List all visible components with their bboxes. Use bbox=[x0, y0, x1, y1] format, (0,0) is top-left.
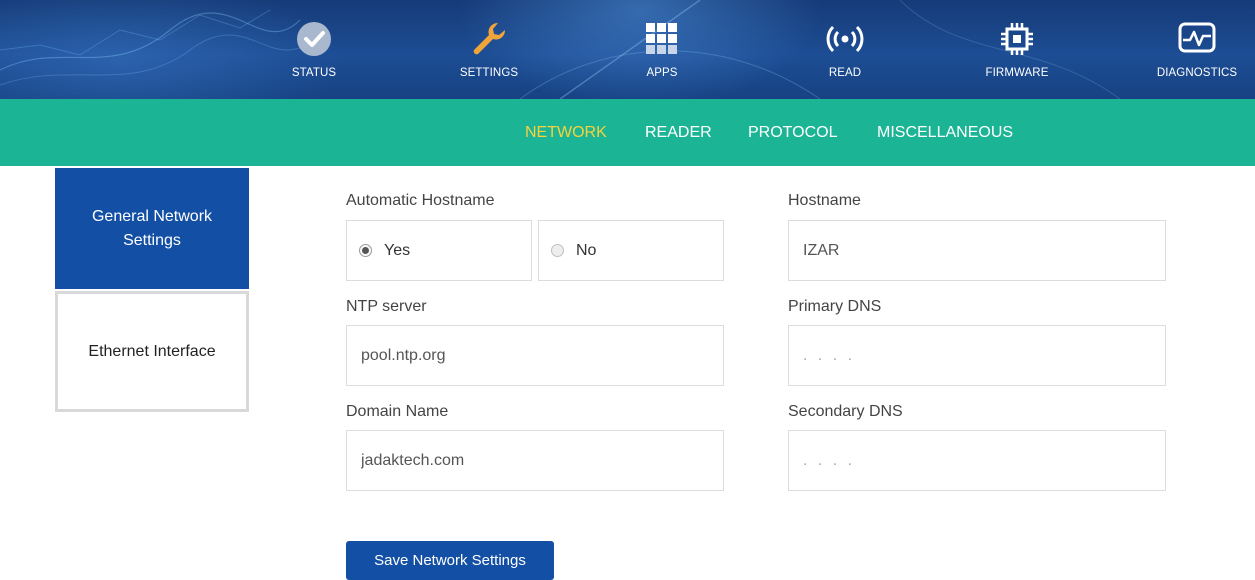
sidebar-item-ethernet-interface[interactable]: Ethernet Interface bbox=[55, 291, 249, 412]
tab-miscellaneous[interactable]: MISCELLANEOUS bbox=[877, 124, 1013, 142]
nav-item-apps[interactable]: APPS bbox=[607, 0, 717, 99]
nav-item-label: FIRMWARE bbox=[985, 67, 1049, 79]
radio-option-yes[interactable]: Yes bbox=[346, 220, 532, 281]
ntp-server-input[interactable] bbox=[346, 325, 724, 386]
primary-dns-input[interactable] bbox=[788, 325, 1166, 386]
primary-dns-label: Primary DNS bbox=[788, 298, 882, 315]
sidebar-item-general-network-settings[interactable]: General Network Settings bbox=[55, 168, 249, 289]
tab-network[interactable]: NETWORK bbox=[525, 124, 607, 142]
secondary-dns-input[interactable] bbox=[788, 430, 1166, 491]
radio-no-unchecked[interactable] bbox=[551, 244, 564, 257]
ntp-server-label: NTP server bbox=[346, 298, 427, 315]
nav-item-status[interactable]: STATUS bbox=[259, 0, 369, 99]
tab-protocol[interactable]: PROTOCOL bbox=[748, 124, 838, 142]
nav-item-label: STATUS bbox=[291, 67, 337, 79]
check-circle-icon bbox=[295, 20, 333, 58]
top-navigation-bar: STATUS SETTINGS APPS READ FIRMWARE DIAGN… bbox=[0, 0, 1255, 99]
monitor-pulse-icon bbox=[1178, 20, 1216, 58]
broadcast-icon bbox=[826, 20, 864, 58]
radio-no-label: No bbox=[576, 241, 597, 259]
sidebar-item-label: General Network Settings bbox=[91, 207, 213, 249]
nav-item-label: APPS bbox=[646, 67, 678, 79]
tab-reader[interactable]: READER bbox=[645, 124, 712, 142]
sub-navigation-bar: NETWORK READER PROTOCOL MISCELLANEOUS bbox=[0, 99, 1255, 166]
radio-yes-checked[interactable] bbox=[359, 244, 372, 257]
chip-icon bbox=[998, 20, 1036, 58]
nav-item-read[interactable]: READ bbox=[790, 0, 900, 99]
hostname-input[interactable] bbox=[788, 220, 1166, 281]
nav-item-label: SETTINGS bbox=[459, 67, 519, 79]
grid-icon bbox=[643, 20, 681, 58]
save-network-settings-button[interactable]: Save Network Settings bbox=[346, 541, 554, 580]
domain-name-input[interactable] bbox=[346, 430, 724, 491]
hostname-label: Hostname bbox=[788, 192, 861, 209]
radio-option-no[interactable]: No bbox=[538, 220, 724, 281]
domain-name-label: Domain Name bbox=[346, 403, 449, 420]
nav-item-diagnostics[interactable]: DIAGNOSTICS bbox=[1142, 0, 1252, 99]
wrench-icon bbox=[470, 20, 508, 58]
automatic-hostname-label: Automatic Hostname bbox=[346, 192, 495, 209]
nav-item-label: DIAGNOSTICS bbox=[1156, 67, 1238, 79]
radio-yes-label: Yes bbox=[384, 241, 411, 259]
sidebar-item-label: Ethernet Interface bbox=[88, 342, 216, 360]
nav-item-label: READ bbox=[828, 67, 862, 79]
nav-item-settings[interactable]: SETTINGS bbox=[434, 0, 544, 99]
nav-item-firmware[interactable]: FIRMWARE bbox=[962, 0, 1072, 99]
secondary-dns-label: Secondary DNS bbox=[788, 403, 903, 420]
